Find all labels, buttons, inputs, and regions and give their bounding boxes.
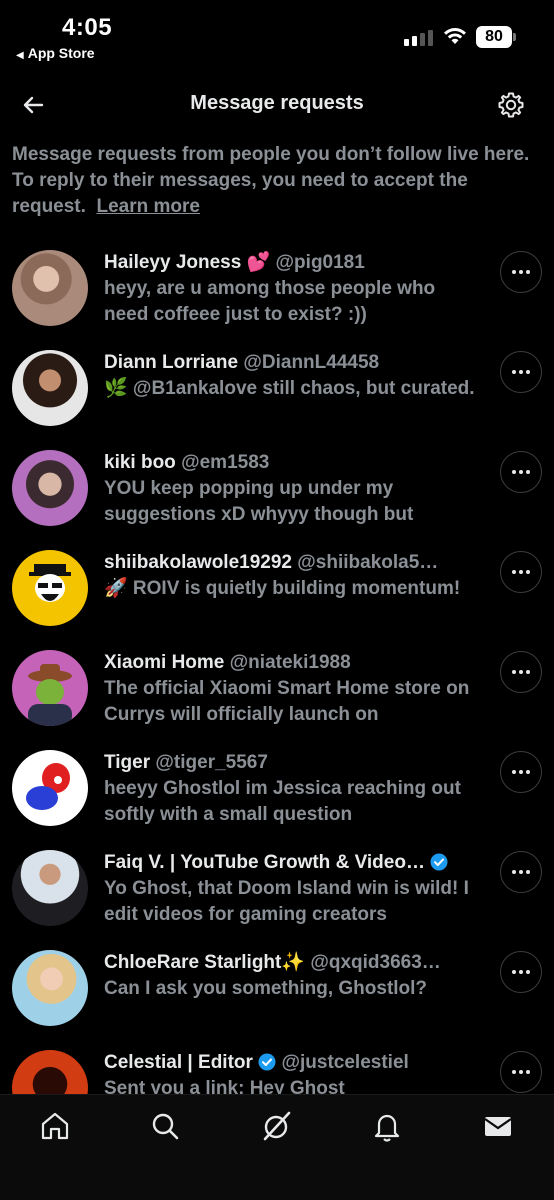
avatar[interactable] [12, 450, 88, 526]
verified-badge-icon [430, 853, 448, 871]
cartoon-frog-icon [28, 664, 72, 726]
sender-handle: @em1583 [181, 452, 270, 473]
cartoon-knuckles-icon [26, 763, 70, 810]
more-icon[interactable] [500, 951, 542, 993]
back-app-label: App Store [27, 45, 95, 61]
more-icon[interactable] [500, 851, 542, 893]
request-row[interactable]: Faiq V. | YouTube Growth & Video… Yo Gho… [0, 838, 554, 938]
avatar[interactable] [12, 750, 88, 826]
learn-more-link[interactable]: Learn more [96, 196, 199, 217]
bell-icon[interactable] [370, 1109, 404, 1143]
message-preview: Yo Ghost, that Doom Island win is wild! … [104, 878, 469, 925]
status-time: 4:05 [62, 14, 113, 41]
more-icon[interactable] [500, 351, 542, 393]
avatar[interactable] [12, 650, 88, 726]
request-row[interactable]: Haileyy Joness 💕 @pig0181 heyy, are u am… [0, 238, 554, 338]
sender-name: Haileyy Joness 💕 [104, 252, 271, 273]
more-icon[interactable] [500, 1051, 542, 1093]
sender-handle: @tiger_5567 [155, 752, 268, 773]
request-row[interactable]: Xiaomi Home @niateki1988 The official Xi… [0, 638, 554, 738]
cartoon-face-icon [29, 564, 71, 602]
battery-indicator: 80 [476, 26, 518, 48]
more-icon[interactable] [500, 751, 542, 793]
message-preview: heyy, are u among those people who need … [104, 278, 436, 325]
avatar[interactable] [12, 950, 88, 1026]
mail-icon[interactable] [481, 1109, 515, 1143]
sender-name: Tiger [104, 752, 151, 773]
sender-handle: @shiibakola5… [297, 552, 439, 573]
request-row[interactable]: Diann Lorriane @DiannL44458 🌿 @B1ankalov… [0, 338, 554, 438]
sender-name: shiibakolawole19292 [104, 552, 292, 573]
message-preview: 🚀 ROIV is quietly building momentum! [104, 578, 461, 599]
bottom-navigation [0, 1094, 554, 1200]
back-to-app-link[interactable]: ◀ App Store [16, 45, 95, 61]
request-row[interactable]: kiki boo @em1583 YOU keep popping up und… [0, 438, 554, 538]
search-icon[interactable] [148, 1109, 182, 1143]
sender-name: Xiaomi Home [104, 652, 225, 673]
avatar[interactable] [12, 550, 88, 626]
sender-name: kiki boo [104, 452, 176, 473]
more-icon[interactable] [500, 251, 542, 293]
message-preview: YOU keep popping up under my suggestions… [104, 478, 414, 525]
message-preview: Can I ask you something, Ghostlol? [104, 978, 428, 999]
cellular-signal-icon [404, 28, 434, 46]
message-preview: heeyy Ghostlol im Jessica reaching out s… [104, 778, 461, 825]
message-request-list: Haileyy Joness 💕 @pig0181 heyy, are u am… [0, 238, 554, 1138]
avatar[interactable] [12, 350, 88, 426]
grok-icon[interactable] [260, 1109, 294, 1143]
wifi-icon [444, 28, 466, 44]
battery-level: 80 [476, 26, 512, 48]
page-title: Message requests [190, 92, 364, 114]
verified-badge-icon [258, 1053, 276, 1071]
home-icon[interactable] [38, 1109, 72, 1143]
sender-name: Celestial | Editor [104, 1052, 253, 1073]
intro-body: Message requests from people you don’t f… [12, 144, 530, 217]
sender-name: ChloeRare Starlight✨ [104, 952, 306, 973]
sender-handle: @niateki1988 [229, 652, 351, 673]
sender-name: Diann Lorriane [104, 352, 239, 373]
avatar[interactable] [12, 850, 88, 926]
more-icon[interactable] [500, 451, 542, 493]
request-row[interactable]: shiibakolawole19292 @shiibakola5… 🚀 ROIV… [0, 538, 554, 638]
request-row[interactable]: Tiger @tiger_5567 heeyy Ghostlol im Jess… [0, 738, 554, 838]
avatar[interactable] [12, 250, 88, 326]
status-bar: 4:05 ◀ App Store 80 [0, 0, 554, 72]
back-triangle-icon: ◀ [16, 50, 24, 61]
message-preview: 🌿 @B1ankalove still chaos, but curated. [104, 378, 475, 399]
top-bar: Message requests [0, 78, 554, 134]
sender-handle: @justcelestiel [281, 1052, 409, 1073]
message-preview: The official Xiaomi Smart Home store on … [104, 678, 470, 725]
sender-handle: @qxqid3663… [310, 952, 441, 973]
sender-handle: @pig0181 [275, 252, 365, 273]
more-icon[interactable] [500, 651, 542, 693]
sender-handle: @DiannL44458 [243, 352, 380, 373]
sender-name: Faiq V. | YouTube Growth & Video… [104, 852, 425, 873]
intro-text: Message requests from people you don’t f… [12, 142, 542, 220]
gear-icon[interactable] [496, 90, 526, 120]
more-icon[interactable] [500, 551, 542, 593]
request-row[interactable]: ChloeRare Starlight✨ @qxqid3663… Can I a… [0, 938, 554, 1038]
